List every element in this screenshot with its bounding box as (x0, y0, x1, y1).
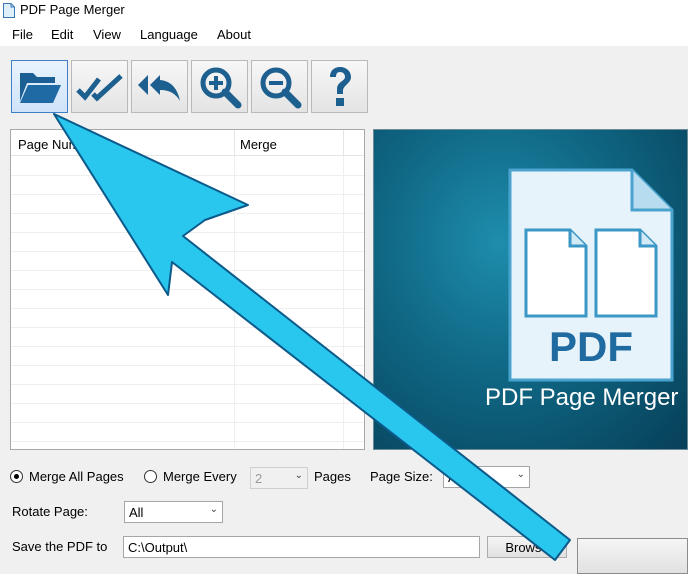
merge-action-button[interactable] (577, 538, 688, 574)
zoom-out-button[interactable] (251, 60, 308, 113)
open-file-button[interactable] (11, 60, 68, 113)
grid-line (11, 441, 364, 442)
grid-line (11, 289, 364, 290)
rotate-page-label: Rotate Page: (12, 504, 88, 519)
grid-line (11, 403, 364, 404)
grid-line (11, 213, 364, 214)
rotate-page-value: All (129, 505, 144, 520)
column-divider (343, 130, 344, 156)
help-button[interactable] (311, 60, 368, 113)
open-folder-icon (19, 72, 61, 103)
save-path-field[interactable] (123, 536, 480, 558)
browse-button[interactable]: Browse (487, 536, 567, 558)
column-merge[interactable]: Merge (240, 137, 277, 152)
pdf-document-icon: PDF (508, 168, 674, 382)
page-size-select[interactable]: A4 ⌄ (443, 466, 530, 488)
page-size-label: Page Size: (370, 469, 433, 484)
grid-line (11, 251, 364, 252)
browse-label: Browse (505, 539, 549, 555)
merge-every-value: 2 (255, 471, 263, 486)
reply-all-button[interactable] (131, 60, 188, 113)
merge-every-select[interactable]: 2 ⌄ (250, 467, 308, 489)
rotate-page-select[interactable]: All ⌄ (124, 501, 223, 523)
grid-line (11, 346, 364, 347)
menu-bar: File Edit View Language About (0, 22, 688, 46)
chevron-down-icon: ⌄ (209, 504, 218, 515)
menu-view[interactable]: View (93, 27, 121, 42)
select-all-button[interactable] (71, 60, 128, 113)
grid-line (11, 232, 364, 233)
zoom-out-icon (260, 67, 301, 108)
grid-line (11, 194, 364, 195)
column-divider (234, 130, 235, 156)
zoom-in-icon (200, 67, 241, 108)
title-bar: PDF Page Merger (0, 0, 688, 22)
merge-every-radio[interactable] (144, 470, 157, 483)
menu-file[interactable]: File (12, 27, 33, 42)
reply-all-icon (137, 74, 180, 101)
grid-line (343, 156, 344, 449)
grid-line (11, 308, 364, 309)
menu-about[interactable]: About (217, 27, 251, 42)
window-title: PDF Page Merger (20, 2, 125, 17)
merge-every-label: Merge Every (163, 469, 237, 484)
grid-line (11, 422, 364, 423)
table-header: Page Num Merge (11, 130, 364, 156)
column-page-number[interactable]: Page Num (18, 137, 79, 152)
grid-line (234, 156, 235, 449)
check-all-icon (75, 73, 123, 101)
grid-line (11, 384, 364, 385)
pdf-file-icon (3, 3, 15, 18)
page-table[interactable]: Page Num Merge (10, 129, 365, 450)
pages-label: Pages (314, 469, 351, 484)
save-path-input[interactable] (124, 537, 479, 557)
page-size-value: A4 (448, 470, 464, 485)
help-icon (329, 66, 351, 106)
merge-all-label: Merge All Pages (29, 469, 124, 484)
chevron-down-icon: ⌄ (294, 470, 303, 481)
zoom-in-button[interactable] (191, 60, 248, 113)
menu-edit[interactable]: Edit (51, 27, 73, 42)
merge-all-radio[interactable] (10, 470, 23, 483)
grid-line (11, 270, 364, 271)
chevron-down-icon: ⌄ (516, 469, 525, 480)
grid-line (11, 327, 364, 328)
save-to-label: Save the PDF to (12, 539, 108, 554)
grid-line (11, 175, 364, 176)
grid-line (11, 365, 364, 366)
pdf-badge: PDF (549, 323, 633, 370)
preview-caption: PDF Page Merger (485, 384, 679, 411)
menu-language[interactable]: Language (140, 27, 198, 42)
